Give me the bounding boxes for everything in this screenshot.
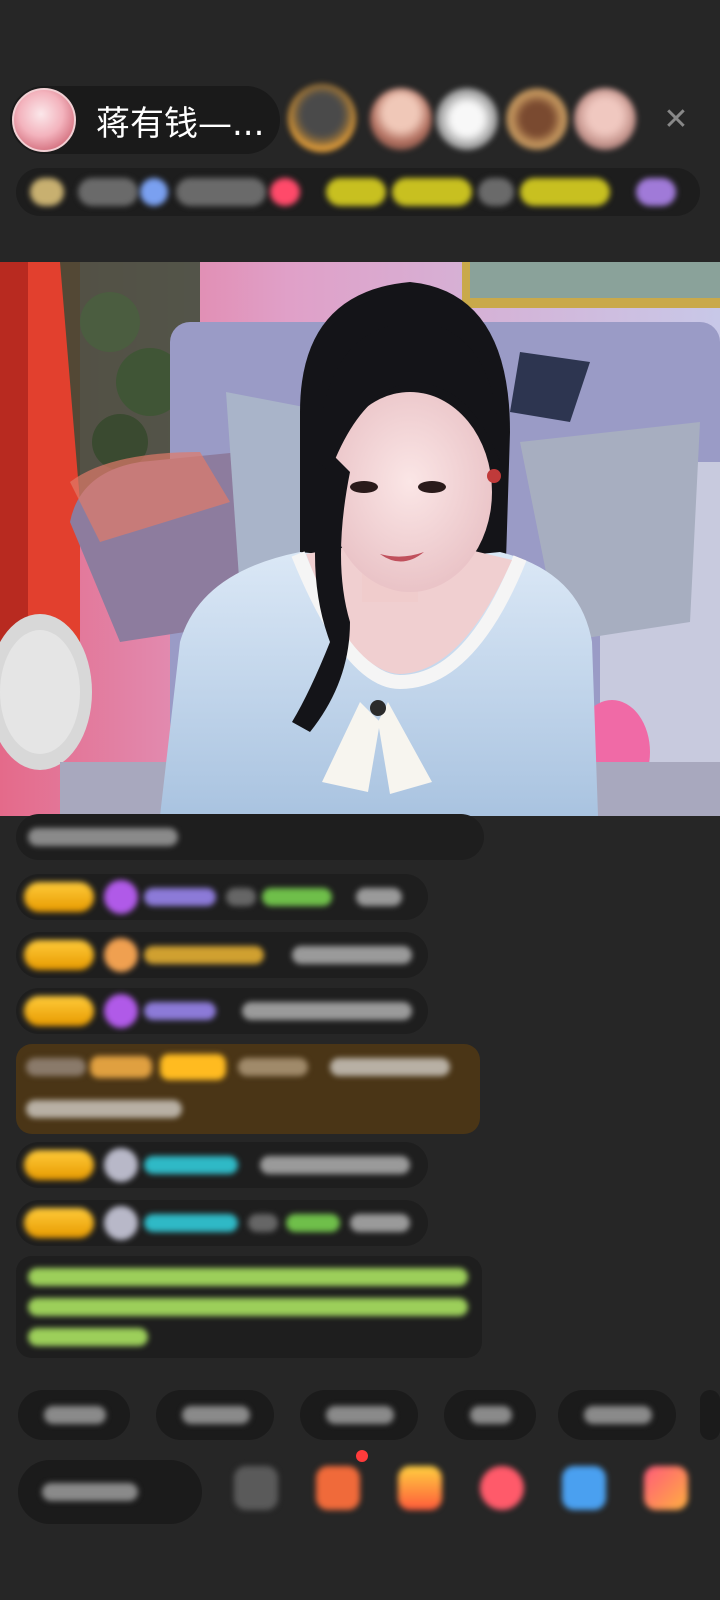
info-badge: [30, 178, 64, 206]
chat-bubble-icon: [104, 1206, 138, 1240]
chat-message[interactable]: [16, 1142, 428, 1188]
chip-label: [44, 1406, 106, 1424]
message-text: [248, 1214, 278, 1232]
info-icon-purple[interactable]: [636, 178, 676, 206]
viewer-avatar-3[interactable]: [436, 88, 498, 150]
quick-chip-3[interactable]: [300, 1390, 418, 1440]
rank-tag[interactable]: [520, 178, 610, 206]
chat-message[interactable]: [16, 932, 428, 978]
rank-tag[interactable]: [478, 178, 514, 206]
username[interactable]: [144, 888, 216, 906]
emoji-icon[interactable]: [234, 1466, 278, 1510]
message-text: [286, 1214, 340, 1232]
comment-placeholder: [42, 1483, 138, 1501]
comment-input[interactable]: [18, 1460, 202, 1524]
viewer-avatar-1[interactable]: [288, 84, 356, 152]
info-text: [176, 178, 266, 206]
chat-message[interactable]: [16, 814, 484, 860]
chip-label: [584, 1406, 652, 1424]
chat-message[interactable]: [16, 988, 428, 1034]
level-tag: [26, 1058, 86, 1076]
message-text: [260, 1156, 410, 1174]
quick-chip-6[interactable]: [700, 1390, 720, 1440]
message-text: [330, 1058, 450, 1076]
chat-bubble-icon: [104, 1148, 138, 1182]
host-info-pill[interactable]: 蒋有钱—...: [10, 86, 280, 154]
fan-badge: [24, 1150, 94, 1180]
host-name: 蒋有钱—...: [96, 103, 265, 144]
notice-text: [28, 1268, 468, 1286]
info-icon-red: [270, 178, 300, 206]
system-notice: [16, 1256, 482, 1358]
highlight-message[interactable]: [16, 1044, 480, 1134]
info-icon-blue: [140, 178, 168, 206]
chip-label: [470, 1406, 512, 1424]
notice-text: [28, 1328, 148, 1346]
username[interactable]: [144, 1002, 216, 1020]
username[interactable]: [144, 1214, 238, 1232]
shop-icon[interactable]: [316, 1466, 360, 1510]
more-grid-icon[interactable]: [644, 1466, 688, 1510]
message-text: [292, 946, 412, 964]
chip-label: [182, 1406, 250, 1424]
chat-message[interactable]: [16, 1200, 428, 1246]
fan-badge: [160, 1054, 226, 1080]
username[interactable]: [238, 1058, 308, 1076]
message-text: [28, 828, 178, 846]
notice-text: [28, 1298, 468, 1316]
fan-badge: [24, 882, 94, 912]
fan-badge: [24, 1208, 94, 1238]
viewer-avatar-5[interactable]: [574, 88, 636, 150]
rank-tag[interactable]: [326, 178, 386, 206]
viewer-avatar-4[interactable]: [506, 88, 568, 150]
message-text: [242, 1002, 412, 1020]
diamond-icon: [104, 994, 138, 1028]
message-text: [26, 1100, 182, 1118]
gift-box-icon[interactable]: [398, 1466, 442, 1510]
heart-icon[interactable]: [480, 1466, 524, 1510]
chat-icon[interactable]: [562, 1466, 606, 1510]
quick-chip-2[interactable]: [156, 1390, 274, 1440]
level-tag: [90, 1056, 152, 1078]
fan-badge: [24, 996, 94, 1026]
message-text: [262, 888, 332, 906]
quick-chip-5[interactable]: [558, 1390, 676, 1440]
live-video-feed[interactable]: [0, 262, 720, 816]
message-text: [226, 888, 256, 906]
quick-chip-1[interactable]: [18, 1390, 130, 1440]
username[interactable]: [144, 1156, 238, 1174]
info-text: [78, 178, 138, 206]
message-text: [356, 888, 402, 906]
quick-chip-4[interactable]: [444, 1390, 536, 1440]
rank-tag[interactable]: [392, 178, 472, 206]
viewer-avatar-2[interactable]: [370, 88, 432, 150]
diamond-icon: [104, 880, 138, 914]
fan-badge: [24, 940, 94, 970]
chat-message[interactable]: [16, 874, 428, 920]
chip-label: [326, 1406, 394, 1424]
notification-dot: [356, 1450, 368, 1462]
stream-info-bar[interactable]: [16, 168, 700, 216]
username[interactable]: [144, 946, 264, 964]
message-text: [350, 1214, 410, 1232]
host-avatar[interactable]: [12, 88, 76, 152]
flame-icon: [104, 938, 138, 972]
close-icon[interactable]: ✕: [660, 104, 692, 136]
video-frame: [0, 262, 720, 816]
